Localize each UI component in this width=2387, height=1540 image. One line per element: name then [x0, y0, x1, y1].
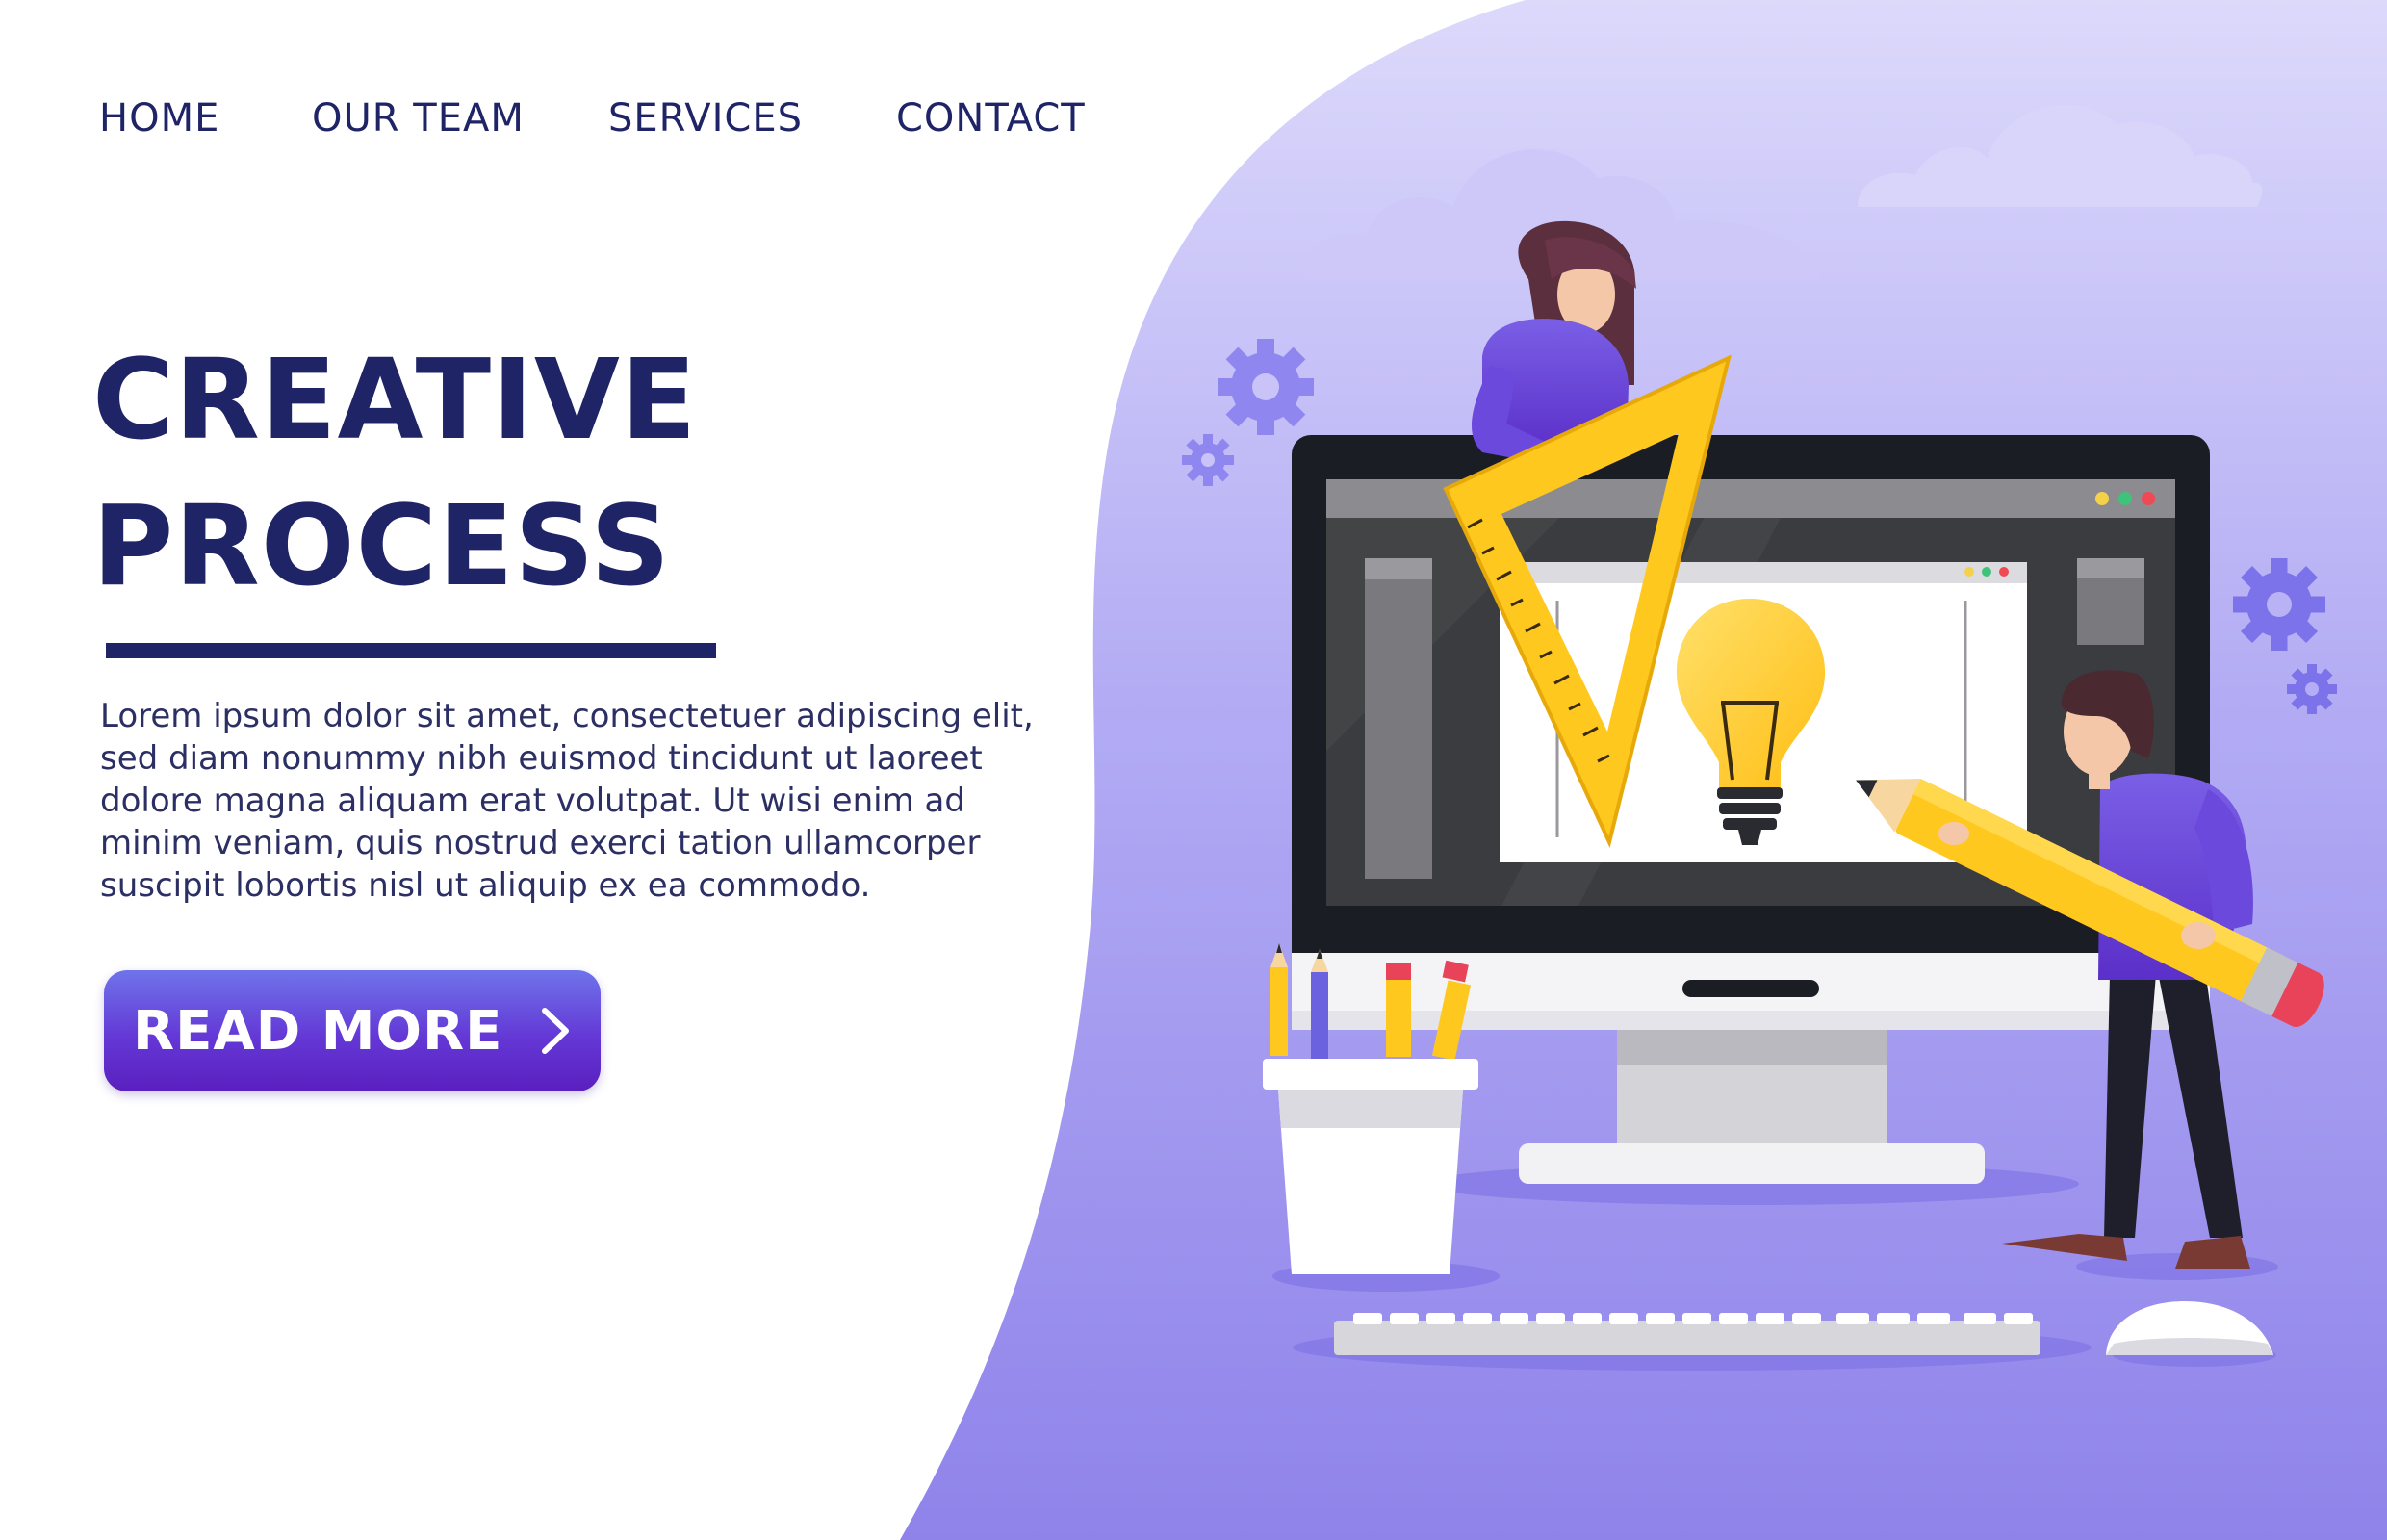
hero-title: CREATIVE PROCESS [92, 327, 697, 620]
nav-contact-link[interactable]: CONTACT [896, 96, 1086, 141]
gear-icon [2233, 558, 2325, 651]
read-more-button[interactable]: READ MORE [104, 970, 601, 1091]
hero-title-line-2: PROCESS [92, 482, 672, 611]
gear-icon [1182, 434, 1234, 486]
keyboard-icon [1334, 1313, 2040, 1355]
nav-home-link[interactable]: HOME [99, 96, 219, 141]
gear-icon [1218, 339, 1314, 435]
landing-page: HOME OUR TEAM SERVICES CONTACT CREATIVE … [0, 0, 2387, 1540]
nav-our-team-link[interactable]: OUR TEAM [312, 96, 525, 141]
title-underline-divider [106, 643, 716, 658]
hero-description: Lorem ipsum dolor sit amet, consectetuer… [100, 697, 1034, 905]
chevron-right-icon [542, 1008, 569, 1054]
read-more-label: READ MORE [133, 999, 503, 1063]
hero-title-line-1: CREATIVE [92, 336, 698, 465]
nav-services-link[interactable]: SERVICES [608, 96, 803, 141]
